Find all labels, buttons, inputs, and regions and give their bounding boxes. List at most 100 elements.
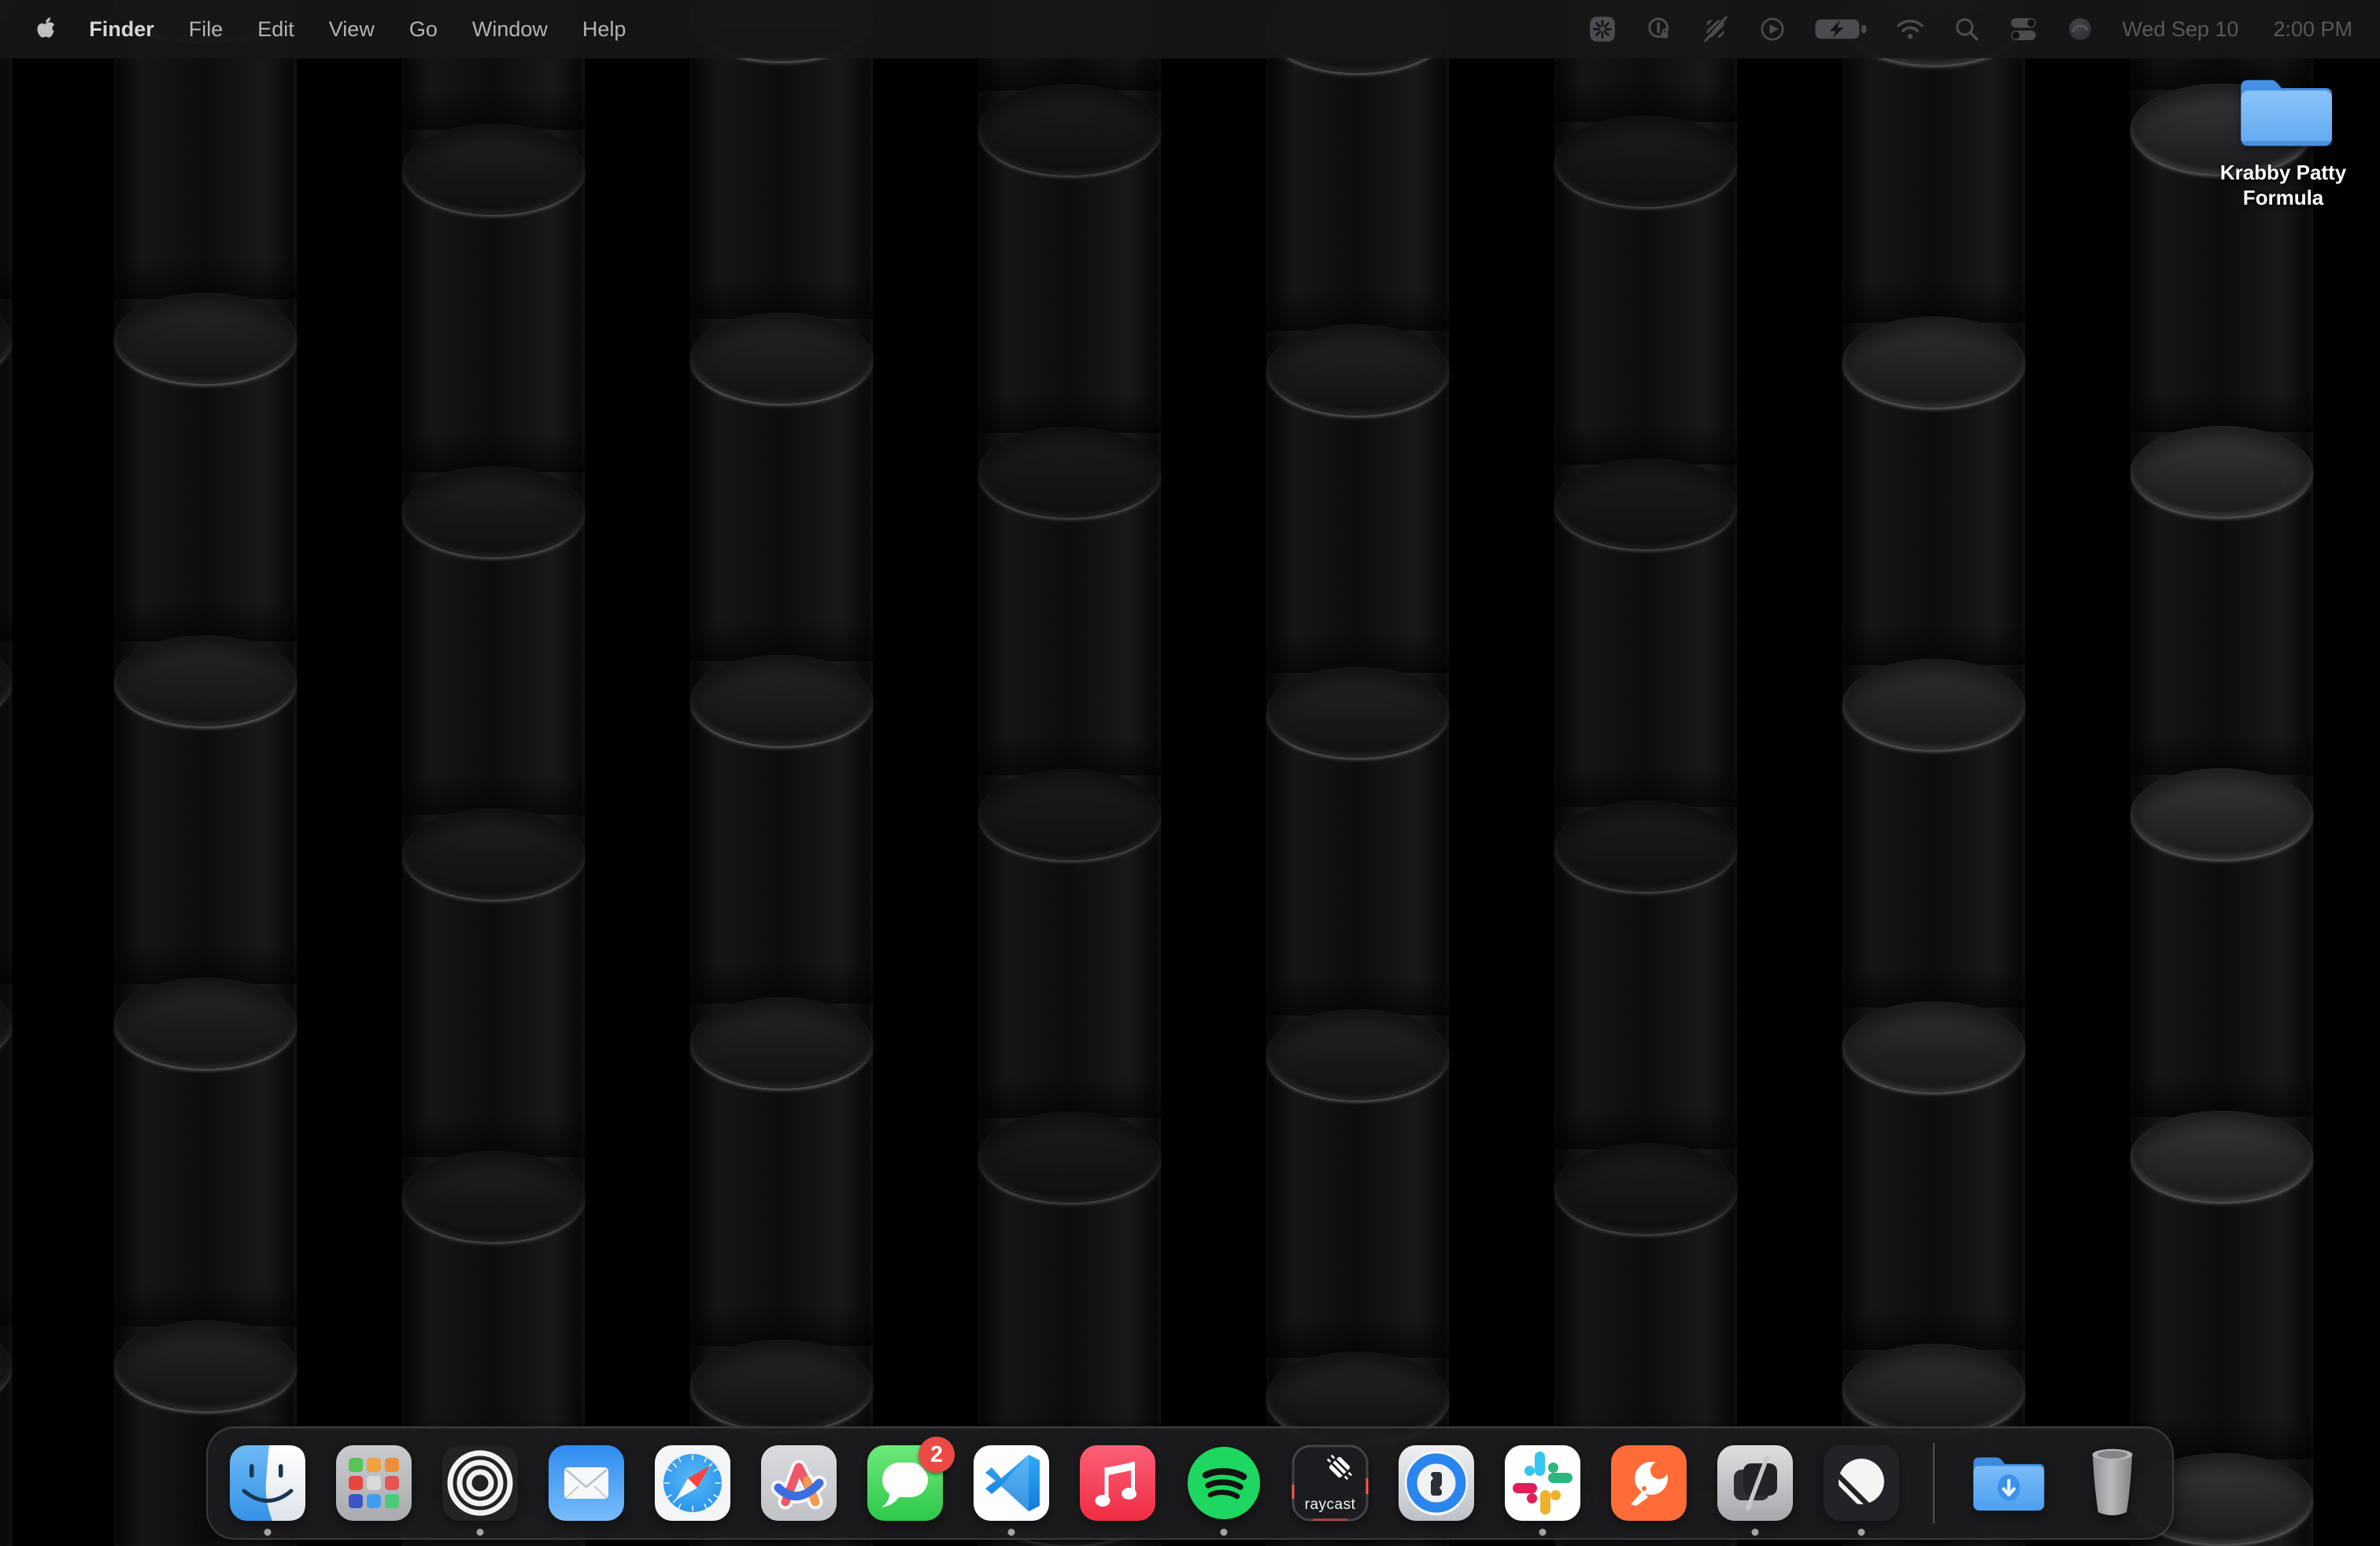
finder-icon — [228, 1444, 307, 1522]
dock-item-linear[interactable] — [1822, 1444, 1901, 1522]
menu-bar: Finder File Edit View Go Window Help — [0, 0, 2380, 58]
wallpaper-column — [1266, 0, 1449, 1546]
running-indicator — [477, 1529, 484, 1536]
cylinder-joint — [114, 1320, 297, 1411]
menubar-menu-help[interactable]: Help — [582, 0, 626, 58]
dock-item-spotify[interactable] — [1184, 1444, 1263, 1522]
macos-desktop: Finder File Edit View Go Window Help — [0, 0, 2380, 1546]
spotlight-search-icon[interactable] — [1950, 13, 1983, 46]
dock-item-launchpad[interactable] — [334, 1444, 413, 1522]
dock-item-downloads-folder[interactable] — [1967, 1444, 2046, 1522]
menubar-menu-edit[interactable]: Edit — [257, 0, 294, 58]
dock-item-arc-browser[interactable] — [759, 1444, 838, 1522]
cylinder-joint — [978, 1111, 1161, 1203]
menu-bar-date[interactable]: Wed Sep 10 — [2122, 17, 2238, 42]
mail-icon — [547, 1444, 626, 1522]
cylinder-joint — [114, 293, 297, 384]
keystroke-starburst-icon[interactable] — [1586, 13, 1619, 46]
menu-bar-status-area: Wed Sep 10 2:00 PM — [1586, 13, 2352, 46]
cylinder-joint — [1554, 801, 1737, 892]
cylinder-joint — [690, 997, 873, 1089]
menubar-menu-finder[interactable]: Finder — [89, 0, 154, 58]
cylinder-joint — [1554, 1143, 1737, 1234]
cylinder-joint — [402, 124, 585, 215]
dock-items: 2 raycast — [208, 1428, 2172, 1538]
arc-browser-icon — [759, 1444, 838, 1522]
apple-music-icon — [1078, 1444, 1157, 1522]
dock-item-1password[interactable] — [1397, 1444, 1476, 1522]
app-menus: Finder File Edit View Go Window Help — [89, 0, 626, 58]
cylinder-joint — [978, 427, 1161, 518]
rings-app-icon — [441, 1444, 519, 1522]
dock: 2 raycast — [206, 1426, 2174, 1540]
launchpad-icon — [334, 1444, 413, 1522]
apple-menu[interactable] — [34, 16, 57, 43]
cylinder-joint — [114, 978, 297, 1069]
cylinder-joint — [690, 313, 873, 404]
1password-icon — [1397, 1444, 1476, 1522]
menubar-menu-view[interactable]: View — [329, 0, 375, 58]
dock-item-raycast[interactable]: raycast — [1291, 1444, 1369, 1522]
cylinder-joint — [1842, 1001, 2025, 1093]
vscode-icon — [972, 1444, 1051, 1522]
dock-item-finder[interactable] — [228, 1444, 307, 1522]
status-icons — [1586, 13, 2097, 46]
cylinder-joint — [978, 769, 1161, 860]
dock-item-mail[interactable] — [547, 1444, 626, 1522]
cylinder-shadow — [0, 257, 12, 299]
cylinder-shadow — [0, 599, 12, 642]
dock-item-diagonal-glyph-app[interactable] — [1716, 1444, 1794, 1522]
menu-bar-left: Finder File Edit View Go Window Help — [34, 0, 626, 58]
onepassword-quick-access-icon[interactable] — [1643, 13, 1676, 46]
cylinder-joint — [1554, 458, 1737, 549]
wallpaper-column — [2131, 0, 2313, 1546]
wallpaper-column — [1554, 0, 1737, 1546]
battery-charging-icon[interactable] — [1813, 13, 1871, 46]
running-indicator — [1221, 1529, 1228, 1536]
wallpaper-column — [1842, 0, 2025, 1546]
cylinder-joint — [978, 84, 1161, 176]
now-playing-icon[interactable] — [1756, 13, 1789, 46]
dock-item-trash[interactable] — [2073, 1444, 2152, 1522]
cylinder-joint — [2131, 768, 2313, 860]
menubar-menu-go[interactable]: Go — [409, 0, 438, 58]
cylinder-joint — [2131, 426, 2313, 517]
wallpaper-column — [114, 0, 297, 1546]
desktop-folder-krabby-patty-formula[interactable]: Krabby Patty Formula — [2201, 71, 2365, 210]
linear-icon — [1822, 1444, 1901, 1522]
running-indicator — [264, 1529, 272, 1536]
dock-item-safari[interactable] — [653, 1444, 732, 1522]
cylinder-joint — [1842, 316, 2025, 408]
dock-divider — [1933, 1443, 1935, 1523]
cylinder-joint — [690, 655, 873, 746]
dock-item-postman[interactable] — [1609, 1444, 1688, 1522]
cylinder-joint — [0, 978, 12, 1069]
trash-icon — [2073, 1444, 2152, 1522]
cylinder-joint — [114, 635, 297, 727]
dock-item-messages[interactable]: 2 — [866, 1444, 944, 1522]
cylinder-joint — [2131, 1111, 2313, 1202]
folder-icon — [2234, 71, 2332, 153]
control-center-icon[interactable] — [2007, 13, 2040, 46]
safari-icon — [653, 1444, 732, 1522]
wallpaper-column — [402, 0, 585, 1546]
cylinder-joint — [1266, 324, 1449, 416]
running-indicator — [1858, 1529, 1865, 1536]
dock-item-apple-music[interactable] — [1078, 1444, 1157, 1522]
menu-bar-clock[interactable]: 2:00 PM — [2273, 17, 2352, 42]
privacy-stripes-icon[interactable] — [1699, 13, 1732, 46]
apple-logo-icon — [34, 16, 57, 43]
menubar-menu-window[interactable]: Window — [472, 0, 548, 58]
cylinder-joint — [0, 1320, 12, 1411]
cylinder-joint — [0, 293, 12, 384]
wallpaper-column — [690, 0, 873, 1546]
wifi-icon[interactable] — [1894, 13, 1927, 46]
dock-item-vscode[interactable] — [972, 1444, 1051, 1522]
siri-icon[interactable] — [2064, 13, 2097, 46]
dock-item-slack[interactable] — [1503, 1444, 1582, 1522]
cylinder-joint — [402, 466, 585, 557]
dock-item-rings-app[interactable] — [441, 1444, 519, 1522]
menubar-menu-file[interactable]: File — [189, 0, 224, 58]
cylinder-joint — [1842, 659, 2025, 750]
cylinder-joint — [1266, 1009, 1449, 1100]
